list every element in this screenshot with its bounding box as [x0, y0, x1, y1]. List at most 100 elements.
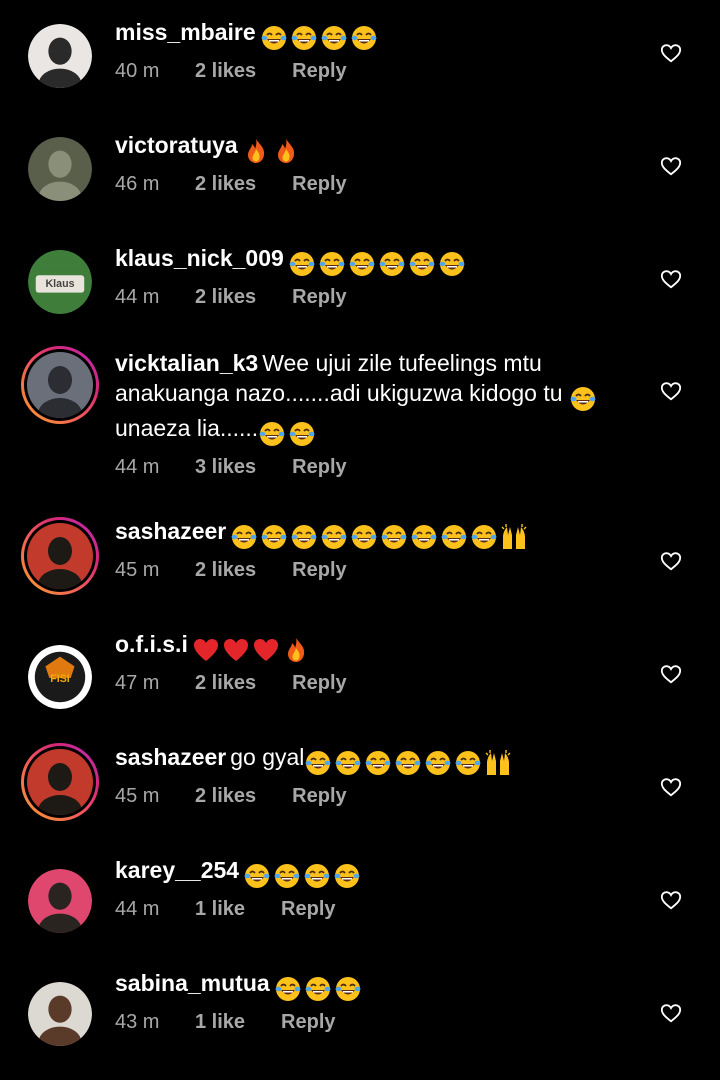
- comment-likes[interactable]: 3 likes: [195, 456, 256, 479]
- reply-button[interactable]: Reply: [292, 456, 346, 479]
- comment-username[interactable]: sashazeer: [115, 744, 226, 770]
- avatar[interactable]: [21, 743, 99, 821]
- comment-emoji: [242, 134, 302, 165]
- like-heart-icon[interactable]: [660, 1002, 682, 1024]
- reply-button[interactable]: Reply: [281, 1011, 335, 1034]
- avatar[interactable]: [21, 346, 99, 424]
- like-heart-icon[interactable]: [660, 889, 682, 911]
- joy-emoji-icon: [259, 421, 285, 446]
- comment-username[interactable]: o.f.i.s.i: [115, 631, 188, 657]
- joy-emoji-icon: [335, 976, 361, 1001]
- joy-emoji-icon: [289, 251, 315, 276]
- comment-username[interactable]: karey__254: [115, 857, 239, 883]
- comment-text-continued: unaeza lia......: [115, 414, 259, 441]
- comment-username[interactable]: sabina_mutua: [115, 970, 270, 996]
- red-heart-emoji-icon: [253, 638, 278, 661]
- comment-body: sabina_mutua: [115, 968, 635, 1003]
- comment-body: klaus_nick_009: [115, 243, 635, 278]
- comment-username[interactable]: klaus_nick_009: [115, 245, 284, 271]
- comment-meta: 47 m 2 likes Reply: [115, 672, 635, 695]
- joy-emoji-icon: [275, 976, 301, 1001]
- comment-body: vicktalian_k3 Wee ujui zile tufeelings mt…: [115, 348, 635, 448]
- avatar-image: [28, 24, 92, 88]
- comment-likes[interactable]: 2 likes: [195, 60, 256, 83]
- avatar[interactable]: [28, 869, 92, 933]
- comment-likes[interactable]: 1 like: [195, 898, 245, 921]
- comment-time: 44 m: [115, 897, 160, 920]
- red-heart-emoji-icon: [223, 638, 248, 661]
- avatar[interactable]: Klaus: [28, 250, 92, 314]
- raised-hands-emoji-icon: [501, 523, 527, 549]
- like-heart-icon[interactable]: [660, 663, 682, 685]
- comment-body: sashazeer: [115, 516, 635, 551]
- like-heart-icon[interactable]: [660, 550, 682, 572]
- joy-emoji-icon: [471, 524, 497, 549]
- reply-button[interactable]: Reply: [292, 60, 346, 83]
- comment-likes[interactable]: 2 likes: [195, 286, 256, 309]
- avatar-image: [28, 869, 92, 933]
- comment-meta: 43 m 1 like Reply: [115, 1011, 635, 1034]
- avatar-image: [27, 523, 93, 589]
- red-heart-emoji-icon: [193, 638, 218, 661]
- reply-button[interactable]: Reply: [292, 785, 346, 808]
- comment-body: miss_mbaire: [115, 17, 635, 52]
- reply-button[interactable]: Reply: [292, 559, 346, 582]
- avatar[interactable]: [28, 982, 92, 1046]
- avatar-image: [27, 352, 93, 418]
- joy-emoji-icon: [425, 750, 451, 775]
- comment-username[interactable]: vicktalian_k3: [115, 350, 258, 376]
- reply-button[interactable]: Reply: [292, 173, 346, 196]
- joy-emoji-icon: [319, 251, 345, 276]
- joy-emoji-icon: [351, 25, 377, 50]
- joy-emoji-icon: [335, 750, 361, 775]
- avatar-image: [28, 137, 92, 201]
- joy-emoji-icon: [231, 524, 257, 549]
- fire-emoji-icon: [287, 637, 304, 662]
- comment-likes[interactable]: 1 like: [195, 1011, 245, 1034]
- joy-emoji-icon: [349, 251, 375, 276]
- joy-emoji-icon: [289, 421, 315, 446]
- comment-emoji: [274, 972, 364, 1003]
- comment-username[interactable]: sashazeer: [115, 518, 226, 544]
- avatar[interactable]: [21, 517, 99, 595]
- like-heart-icon[interactable]: [660, 155, 682, 177]
- avatar[interactable]: FISI: [28, 645, 92, 709]
- comment-meta: 45 m 2 likes Reply: [115, 785, 635, 808]
- joy-emoji-icon: [395, 750, 421, 775]
- comment-likes[interactable]: 2 likes: [195, 559, 256, 582]
- joy-emoji-icon: [291, 25, 317, 50]
- joy-emoji-icon: [304, 863, 330, 888]
- comment-time: 44 m: [115, 455, 160, 478]
- like-heart-icon[interactable]: [660, 380, 682, 402]
- like-heart-icon[interactable]: [660, 268, 682, 290]
- fire-emoji-icon: [247, 138, 264, 163]
- comment-username[interactable]: victoratuya: [115, 132, 238, 158]
- avatar-image: [28, 982, 92, 1046]
- like-heart-icon[interactable]: [660, 42, 682, 64]
- comment-time: 43 m: [115, 1010, 160, 1033]
- comment-emoji: [258, 417, 318, 448]
- avatar[interactable]: [28, 24, 92, 88]
- reply-button[interactable]: Reply: [281, 898, 335, 921]
- avatar-image: [27, 749, 93, 815]
- comment-body: karey__254: [115, 855, 635, 890]
- joy-emoji-icon: [409, 251, 435, 276]
- joy-emoji-icon: [381, 524, 407, 549]
- reply-button[interactable]: Reply: [292, 672, 346, 695]
- joy-emoji-icon: [321, 524, 347, 549]
- comment-time: 45 m: [115, 784, 160, 807]
- joy-emoji-icon: [334, 863, 360, 888]
- comment-username[interactable]: miss_mbaire: [115, 19, 256, 45]
- comment-likes[interactable]: 2 likes: [195, 173, 256, 196]
- fire-emoji-icon: [277, 138, 294, 163]
- like-heart-icon[interactable]: [660, 776, 682, 798]
- reply-button[interactable]: Reply: [292, 286, 346, 309]
- comment-likes[interactable]: 2 likes: [195, 672, 256, 695]
- avatar[interactable]: [28, 137, 92, 201]
- comment-time: 40 m: [115, 59, 160, 82]
- comment-emoji: [288, 247, 468, 278]
- joy-emoji-icon: [291, 524, 317, 549]
- comment-likes[interactable]: 2 likes: [195, 785, 256, 808]
- joy-emoji-icon: [261, 524, 287, 549]
- comment-text: go gyal: [230, 744, 305, 770]
